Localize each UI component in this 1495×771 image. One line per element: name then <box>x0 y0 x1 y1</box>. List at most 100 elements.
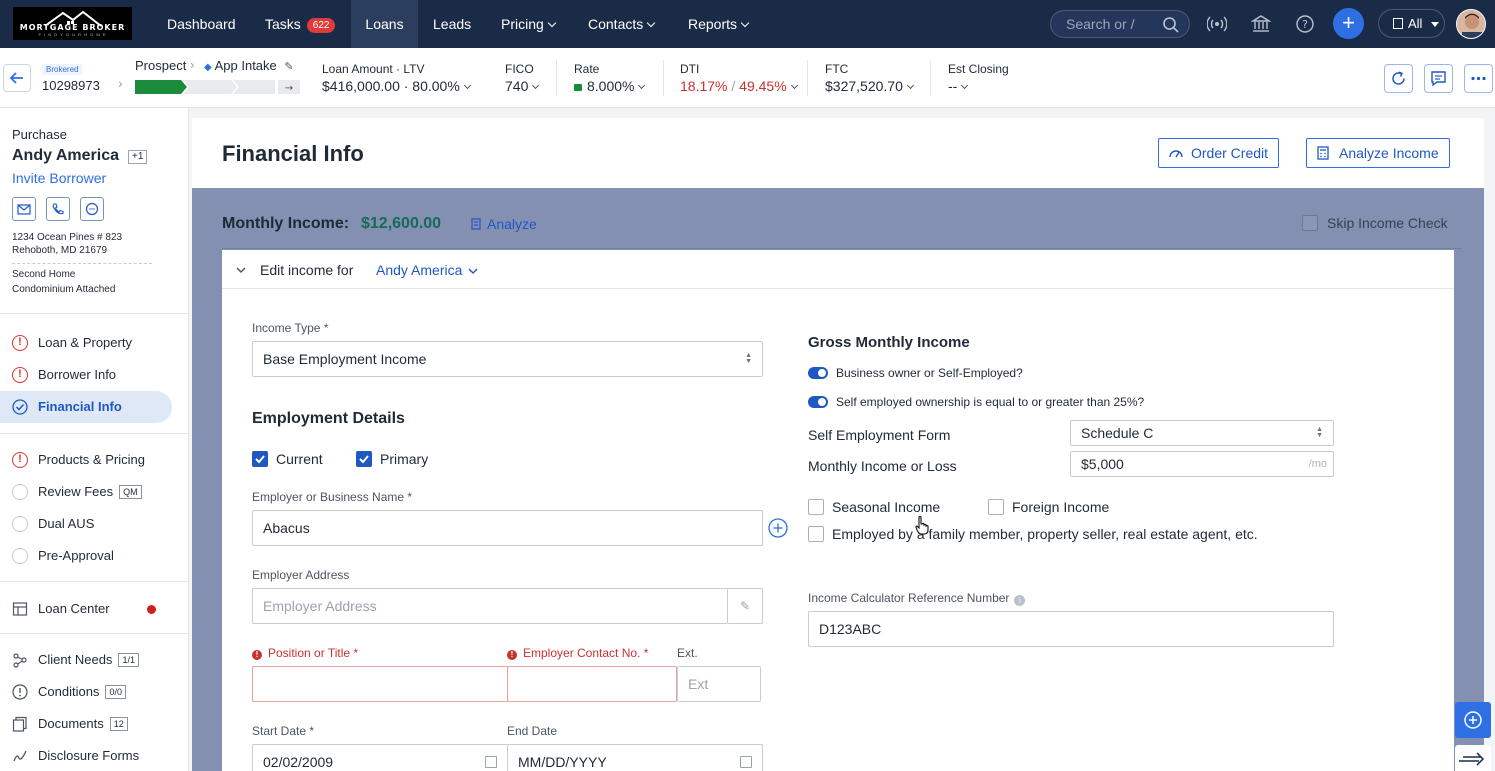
fico-value[interactable]: 740 <box>505 78 540 94</box>
seasonal-income-checkbox[interactable]: Seasonal Income <box>808 499 940 515</box>
page-title: Financial Info <box>222 141 364 166</box>
sidebar-item-borrower-info[interactable]: ! Borrower Info <box>0 359 172 391</box>
loan-amount-value[interactable]: $416,000.00 · 80.00% <box>322 78 471 94</box>
divider <box>0 433 189 434</box>
nav-dashboard[interactable]: Dashboard <box>152 0 251 48</box>
invite-borrower-link[interactable]: Invite Borrower <box>12 170 106 186</box>
sidebar-item-financial-info[interactable]: Financial Info <box>0 391 172 423</box>
stage-from: Prospect <box>135 58 187 73</box>
position-title-input[interactable] <box>252 666 508 702</box>
monthly-income-loss-label: Monthly Income or Loss <box>808 458 957 474</box>
calendar-icon[interactable] <box>485 756 497 768</box>
svg-text:→: → <box>285 83 293 94</box>
stage-progress-bar: → <box>135 80 300 94</box>
sidebar-item-loan-center[interactable]: Loan Center <box>0 593 172 625</box>
sidebar-item-pre-approval[interactable]: Pre-Approval <box>0 540 172 572</box>
global-search-input[interactable]: Search or / <box>1050 10 1190 38</box>
current-checkbox[interactable]: Current <box>252 451 323 467</box>
employer-name-input[interactable]: Abacus <box>252 510 763 546</box>
nav-reports[interactable]: Reports <box>673 0 763 48</box>
analyze-link[interactable]: Analyze <box>471 216 537 232</box>
email-button[interactable] <box>12 197 36 221</box>
sidebar-item-documents[interactable]: Documents 12 <box>0 708 172 740</box>
employer-address-input[interactable]: Employer Address <box>252 588 728 624</box>
ftc-value[interactable]: $327,520.70 <box>825 78 914 94</box>
sidebar-item-disclosure-forms[interactable]: Disclosure Forms <box>0 740 172 771</box>
sidebar-item-label: Client Needs <box>38 652 113 667</box>
analyze-income-button[interactable]: Analyze Income <box>1306 138 1450 168</box>
end-date-input[interactable]: MM/DD/YYYY <box>507 744 763 771</box>
call-button[interactable] <box>46 197 70 221</box>
position-title-label-text: Position or Title * <box>268 646 359 660</box>
ownership-25-toggle[interactable] <box>808 396 828 408</box>
edit-address-button[interactable]: ✎ <box>727 588 763 624</box>
nav-pricing[interactable]: Pricing <box>486 0 570 48</box>
broadcast-icon[interactable] <box>1207 14 1227 34</box>
collapse-panel-button[interactable] <box>1455 745 1491 771</box>
back-button[interactable] <box>3 64 31 92</box>
nav-contacts[interactable]: Contacts <box>573 0 669 48</box>
add-circle-icon[interactable] <box>767 517 789 539</box>
employed-by-family-checkbox[interactable]: Employed by a family member, property se… <box>808 526 1258 542</box>
dti-value[interactable]: 18.17% / 49.45% <box>680 78 798 94</box>
refresh-button[interactable] <box>1384 64 1413 93</box>
create-new-button[interactable]: + <box>1333 8 1364 39</box>
borrower-name[interactable]: Andy America <box>12 147 119 165</box>
chevron-down-icon <box>547 18 557 28</box>
monthly-income-loss-input[interactable]: $5,000/mo <box>1070 451 1334 477</box>
scope-filter-dropdown[interactable]: All <box>1378 9 1445 38</box>
conditions-icon <box>12 684 28 700</box>
rate-value[interactable]: 8.000% <box>574 78 646 94</box>
error-icon: ! <box>12 452 28 468</box>
ext-input[interactable]: Ext <box>677 666 761 702</box>
calendar-icon[interactable] <box>740 756 752 768</box>
monthly-income-label: Monthly Income: <box>222 215 350 232</box>
bank-icon[interactable] <box>1251 14 1271 34</box>
sidebar-item-loan-property[interactable]: ! Loan & Property <box>0 327 172 359</box>
sidebar-item-client-needs[interactable]: Client Needs 1/1 <box>0 644 172 676</box>
nav-tasks-label: Tasks <box>265 16 301 32</box>
help-icon[interactable]: ? <box>1295 14 1315 34</box>
primary-checkbox[interactable]: Primary <box>356 451 428 467</box>
self-employment-form-select[interactable]: Schedule C ▲ ▼ <box>1070 420 1334 446</box>
messages-button[interactable] <box>1424 64 1453 93</box>
employer-name-value: Abacus <box>263 520 310 536</box>
chevron-down-icon <box>906 81 914 90</box>
current-label: Current <box>276 451 323 467</box>
stage-to-label: App Intake <box>214 58 277 73</box>
info-icon[interactable]: i <box>1014 595 1026 606</box>
order-credit-button[interactable]: Order Credit <box>1158 138 1280 168</box>
documents-count-text: 12 <box>113 719 124 729</box>
text-message-button[interactable] <box>80 197 104 221</box>
sidebar-item-products-pricing[interactable]: ! Products & Pricing <box>0 444 172 476</box>
nav-leads[interactable]: Leads <box>418 0 486 48</box>
employer-contact-label: ! Employer Contact No. * <box>507 646 648 660</box>
est-closing-value[interactable]: -- <box>948 78 969 94</box>
chevron-down-icon[interactable] <box>236 266 246 274</box>
company-logo[interactable]: MORTGAGE BROKER F I N D Y O U R H O M E <box>13 7 132 40</box>
dti-separator: / <box>731 78 736 94</box>
sidebar-item-dual-aus[interactable]: Dual AUS <box>0 508 172 540</box>
nav-tasks[interactable]: Tasks 622 <box>250 0 350 48</box>
check-circle-icon <box>12 399 28 415</box>
employer-contact-input[interactable] <box>507 666 677 702</box>
stage-to[interactable]: ◆ App Intake ✎ <box>204 58 294 73</box>
business-owner-toggle[interactable] <box>808 367 828 379</box>
calc-ref-input[interactable]: D123ABC <box>808 611 1334 647</box>
user-avatar[interactable] <box>1456 9 1486 39</box>
quick-add-button[interactable] <box>1455 702 1491 738</box>
pencil-icon[interactable]: ✎ <box>284 61 293 73</box>
foreign-income-checkbox[interactable]: Foreign Income <box>988 499 1109 515</box>
additional-borrowers-badge[interactable]: +1 <box>128 150 148 164</box>
borrower-selector[interactable]: Andy America <box>376 262 478 278</box>
more-options-button[interactable] <box>1464 64 1493 93</box>
loan-number[interactable]: 10298973 <box>42 78 100 93</box>
sidebar-item-review-fees[interactable]: Review Fees QM <box>0 476 172 508</box>
start-date-label: Start Date * <box>252 724 315 738</box>
start-date-input[interactable]: 02/02/2009 <box>252 744 508 771</box>
per-month-suffix: /mo <box>1308 458 1327 470</box>
sidebar-item-conditions[interactable]: Conditions 0/0 <box>0 676 172 708</box>
nav-loans[interactable]: Loans <box>351 0 418 48</box>
skip-income-check-checkbox[interactable]: Skip Income Check <box>1302 215 1448 231</box>
income-type-select[interactable]: Base Employment Income ▲ ▼ <box>252 341 763 377</box>
